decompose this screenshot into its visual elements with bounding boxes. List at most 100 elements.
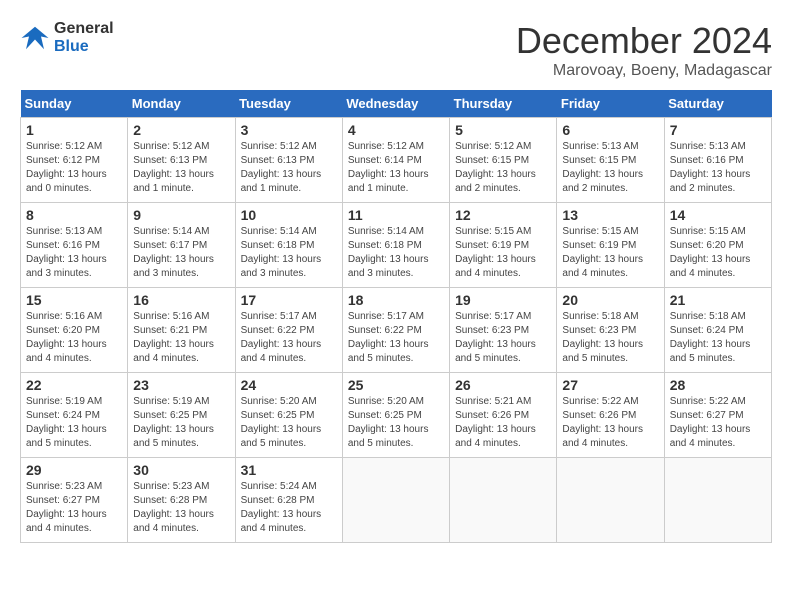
- calendar-cell: 16 Sunrise: 5:16 AM Sunset: 6:21 PM Dayli…: [128, 288, 235, 373]
- day-info: Sunrise: 5:16 AM Sunset: 6:20 PM Dayligh…: [26, 310, 122, 366]
- month-title: December 2024: [516, 20, 772, 62]
- calendar-cell: 7Sunrise: 5:13 AM Sunset: 6:16 PM Daylig…: [664, 118, 771, 203]
- day-number: 10: [241, 207, 337, 223]
- day-info: Sunrise: 5:13 AM Sunset: 6:15 PM Dayligh…: [562, 140, 658, 196]
- logo: General Blue: [20, 20, 114, 57]
- day-info: Sunrise: 5:15 AM Sunset: 6:20 PM Dayligh…: [670, 225, 766, 281]
- day-info: Sunrise: 5:24 AM Sunset: 6:28 PM Dayligh…: [241, 480, 337, 536]
- day-number: 29: [26, 462, 122, 478]
- calendar-cell: 24 Sunrise: 5:20 AM Sunset: 6:25 PM Dayli…: [235, 373, 342, 458]
- day-info: Sunrise: 5:14 AM Sunset: 6:18 PM Dayligh…: [241, 225, 337, 281]
- location: Marovoay, Boeny, Madagascar: [516, 62, 772, 80]
- calendar-cell: 13Sunrise: 5:15 AM Sunset: 6:19 PM Dayli…: [557, 203, 664, 288]
- day-info: Sunrise: 5:14 AM Sunset: 6:18 PM Dayligh…: [348, 225, 444, 281]
- day-number: 16: [133, 292, 229, 308]
- calendar-cell: 9Sunrise: 5:14 AM Sunset: 6:17 PM Daylig…: [128, 203, 235, 288]
- calendar-cell: 30 Sunrise: 5:23 AM Sunset: 6:28 PM Dayli…: [128, 458, 235, 543]
- page-header: General Blue December 2024 Marovoay, Boe…: [20, 20, 772, 80]
- calendar-cell: 17 Sunrise: 5:17 AM Sunset: 6:22 PM Dayli…: [235, 288, 342, 373]
- day-number: 4: [348, 122, 444, 138]
- day-info: Sunrise: 5:20 AM Sunset: 6:25 PM Dayligh…: [348, 395, 444, 451]
- day-info: Sunrise: 5:13 AM Sunset: 6:16 PM Dayligh…: [26, 225, 122, 281]
- day-number: 27: [562, 377, 658, 393]
- calendar-cell: 31Sunrise: 5:24 AM Sunset: 6:28 PM Dayli…: [235, 458, 342, 543]
- calendar-cell: 21 Sunrise: 5:18 AM Sunset: 6:24 PM Dayli…: [664, 288, 771, 373]
- day-number: 18: [348, 292, 444, 308]
- calendar-table: SundayMondayTuesdayWednesdayThursdayFrid…: [20, 90, 772, 543]
- day-info: Sunrise: 5:20 AM Sunset: 6:25 PM Dayligh…: [241, 395, 337, 451]
- calendar-cell: 20 Sunrise: 5:18 AM Sunset: 6:23 PM Dayli…: [557, 288, 664, 373]
- day-info: Sunrise: 5:22 AM Sunset: 6:27 PM Dayligh…: [670, 395, 766, 451]
- day-number: 6: [562, 122, 658, 138]
- day-info: Sunrise: 5:23 AM Sunset: 6:28 PM Dayligh…: [133, 480, 229, 536]
- weekday-header: Thursday: [450, 90, 557, 118]
- day-info: Sunrise: 5:15 AM Sunset: 6:19 PM Dayligh…: [455, 225, 551, 281]
- calendar-week-row: 22Sunrise: 5:19 AM Sunset: 6:24 PM Dayli…: [21, 373, 772, 458]
- day-info: Sunrise: 5:23 AM Sunset: 6:27 PM Dayligh…: [26, 480, 122, 536]
- calendar-cell: 5 Sunrise: 5:12 AM Sunset: 6:15 PM Daylig…: [450, 118, 557, 203]
- day-number: 17: [241, 292, 337, 308]
- calendar-cell: 3Sunrise: 5:12 AM Sunset: 6:13 PM Daylig…: [235, 118, 342, 203]
- day-number: 11: [348, 207, 444, 223]
- day-number: 20: [562, 292, 658, 308]
- day-number: 15: [26, 292, 122, 308]
- day-number: 3: [241, 122, 337, 138]
- day-number: 21: [670, 292, 766, 308]
- calendar-cell: 25Sunrise: 5:20 AM Sunset: 6:25 PM Dayli…: [342, 373, 449, 458]
- weekday-header: Wednesday: [342, 90, 449, 118]
- calendar-week-row: 29 Sunrise: 5:23 AM Sunset: 6:27 PM Dayli…: [21, 458, 772, 543]
- day-info: Sunrise: 5:17 AM Sunset: 6:22 PM Dayligh…: [348, 310, 444, 366]
- day-info: Sunrise: 5:13 AM Sunset: 6:16 PM Dayligh…: [670, 140, 766, 196]
- day-info: Sunrise: 5:22 AM Sunset: 6:26 PM Dayligh…: [562, 395, 658, 451]
- day-info: Sunrise: 5:12 AM Sunset: 6:12 PM Dayligh…: [26, 140, 122, 196]
- day-number: 28: [670, 377, 766, 393]
- calendar-cell: 22Sunrise: 5:19 AM Sunset: 6:24 PM Dayli…: [21, 373, 128, 458]
- calendar-cell: 6 Sunrise: 5:13 AM Sunset: 6:15 PM Daylig…: [557, 118, 664, 203]
- weekday-header: Friday: [557, 90, 664, 118]
- day-info: Sunrise: 5:19 AM Sunset: 6:25 PM Dayligh…: [133, 395, 229, 451]
- day-info: Sunrise: 5:16 AM Sunset: 6:21 PM Dayligh…: [133, 310, 229, 366]
- calendar-week-row: 8 Sunrise: 5:13 AM Sunset: 6:16 PM Daylig…: [21, 203, 772, 288]
- calendar-cell: [450, 458, 557, 543]
- day-number: 8: [26, 207, 122, 223]
- day-number: 30: [133, 462, 229, 478]
- day-info: Sunrise: 5:17 AM Sunset: 6:22 PM Dayligh…: [241, 310, 337, 366]
- calendar-cell: 26 Sunrise: 5:21 AM Sunset: 6:26 PM Dayli…: [450, 373, 557, 458]
- logo-icon: [20, 23, 50, 53]
- day-info: Sunrise: 5:18 AM Sunset: 6:24 PM Dayligh…: [670, 310, 766, 366]
- calendar-cell: 8 Sunrise: 5:13 AM Sunset: 6:16 PM Daylig…: [21, 203, 128, 288]
- calendar-cell: 11 Sunrise: 5:14 AM Sunset: 6:18 PM Dayli…: [342, 203, 449, 288]
- day-number: 24: [241, 377, 337, 393]
- calendar-cell: 18 Sunrise: 5:17 AM Sunset: 6:22 PM Dayli…: [342, 288, 449, 373]
- calendar-cell: 23Sunrise: 5:19 AM Sunset: 6:25 PM Dayli…: [128, 373, 235, 458]
- day-info: Sunrise: 5:15 AM Sunset: 6:19 PM Dayligh…: [562, 225, 658, 281]
- title-block: December 2024 Marovoay, Boeny, Madagasca…: [516, 20, 772, 80]
- day-info: Sunrise: 5:12 AM Sunset: 6:13 PM Dayligh…: [133, 140, 229, 196]
- day-number: 2: [133, 122, 229, 138]
- calendar-cell: 28 Sunrise: 5:22 AM Sunset: 6:27 PM Dayli…: [664, 373, 771, 458]
- day-number: 26: [455, 377, 551, 393]
- weekday-header: Monday: [128, 90, 235, 118]
- calendar-cell: 19Sunrise: 5:17 AM Sunset: 6:23 PM Dayli…: [450, 288, 557, 373]
- calendar-cell: 1Sunrise: 5:12 AM Sunset: 6:12 PM Daylig…: [21, 118, 128, 203]
- day-info: Sunrise: 5:14 AM Sunset: 6:17 PM Dayligh…: [133, 225, 229, 281]
- calendar-cell: 10 Sunrise: 5:14 AM Sunset: 6:18 PM Dayli…: [235, 203, 342, 288]
- weekday-header: Tuesday: [235, 90, 342, 118]
- day-info: Sunrise: 5:21 AM Sunset: 6:26 PM Dayligh…: [455, 395, 551, 451]
- day-number: 14: [670, 207, 766, 223]
- calendar-cell: [342, 458, 449, 543]
- calendar-cell: 14 Sunrise: 5:15 AM Sunset: 6:20 PM Dayli…: [664, 203, 771, 288]
- weekday-header: Sunday: [21, 90, 128, 118]
- calendar-cell: 15 Sunrise: 5:16 AM Sunset: 6:20 PM Dayli…: [21, 288, 128, 373]
- day-info: Sunrise: 5:12 AM Sunset: 6:15 PM Dayligh…: [455, 140, 551, 196]
- day-info: Sunrise: 5:18 AM Sunset: 6:23 PM Dayligh…: [562, 310, 658, 366]
- calendar-cell: [557, 458, 664, 543]
- calendar-header-row: SundayMondayTuesdayWednesdayThursdayFrid…: [21, 90, 772, 118]
- day-info: Sunrise: 5:17 AM Sunset: 6:23 PM Dayligh…: [455, 310, 551, 366]
- calendar-week-row: 15 Sunrise: 5:16 AM Sunset: 6:20 PM Dayli…: [21, 288, 772, 373]
- calendar-week-row: 1Sunrise: 5:12 AM Sunset: 6:12 PM Daylig…: [21, 118, 772, 203]
- day-number: 12: [455, 207, 551, 223]
- calendar-cell: 27 Sunrise: 5:22 AM Sunset: 6:26 PM Dayli…: [557, 373, 664, 458]
- calendar-cell: 2 Sunrise: 5:12 AM Sunset: 6:13 PM Daylig…: [128, 118, 235, 203]
- day-number: 5: [455, 122, 551, 138]
